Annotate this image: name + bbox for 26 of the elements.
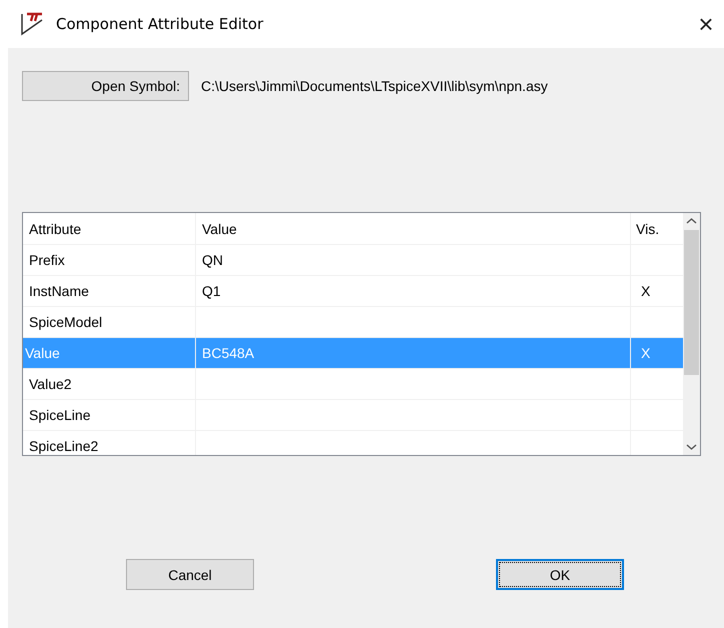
- table-row[interactable]: SpiceLine: [23, 400, 683, 431]
- table-row[interactable]: Prefix QN: [23, 245, 683, 276]
- column-header[interactable]: Vis.: [631, 213, 683, 244]
- value-cell: Q1: [202, 283, 221, 299]
- column-header[interactable]: Attribute: [23, 213, 196, 244]
- table-row[interactable]: InstName Q1 X: [23, 276, 683, 307]
- column-header[interactable]: Value: [196, 213, 631, 244]
- scrollbar[interactable]: [683, 213, 700, 455]
- dialog-button[interactable]: Cancel: [126, 559, 254, 590]
- open-symbol-button[interactable]: Open Symbol:: [22, 71, 189, 101]
- table-row[interactable]: Value2: [23, 369, 683, 400]
- attribute-cell: Value2: [29, 376, 72, 392]
- attribute-cell: SpiceModel: [29, 314, 102, 330]
- window-title: Component Attribute Editor: [56, 15, 264, 33]
- dialog-button[interactable]: OK: [496, 559, 624, 590]
- attribute-cell: Prefix: [29, 252, 65, 268]
- attribute-cell: Value: [25, 345, 60, 361]
- value-cell: QN: [202, 252, 223, 268]
- visibility-mark: X: [641, 345, 650, 361]
- symbol-path: C:\Users\Jimmi\Documents\LTspiceXVII\lib\sym\npn.asy: [201, 78, 548, 94]
- value-cell: BC548A: [202, 345, 254, 361]
- close-button[interactable]: ×: [690, 8, 722, 40]
- visibility-mark: X: [641, 283, 650, 299]
- attribute-cell: InstName: [29, 283, 89, 299]
- attribute-cell: SpiceLine: [29, 407, 90, 423]
- attribute-cell: SpiceLine2: [29, 438, 98, 454]
